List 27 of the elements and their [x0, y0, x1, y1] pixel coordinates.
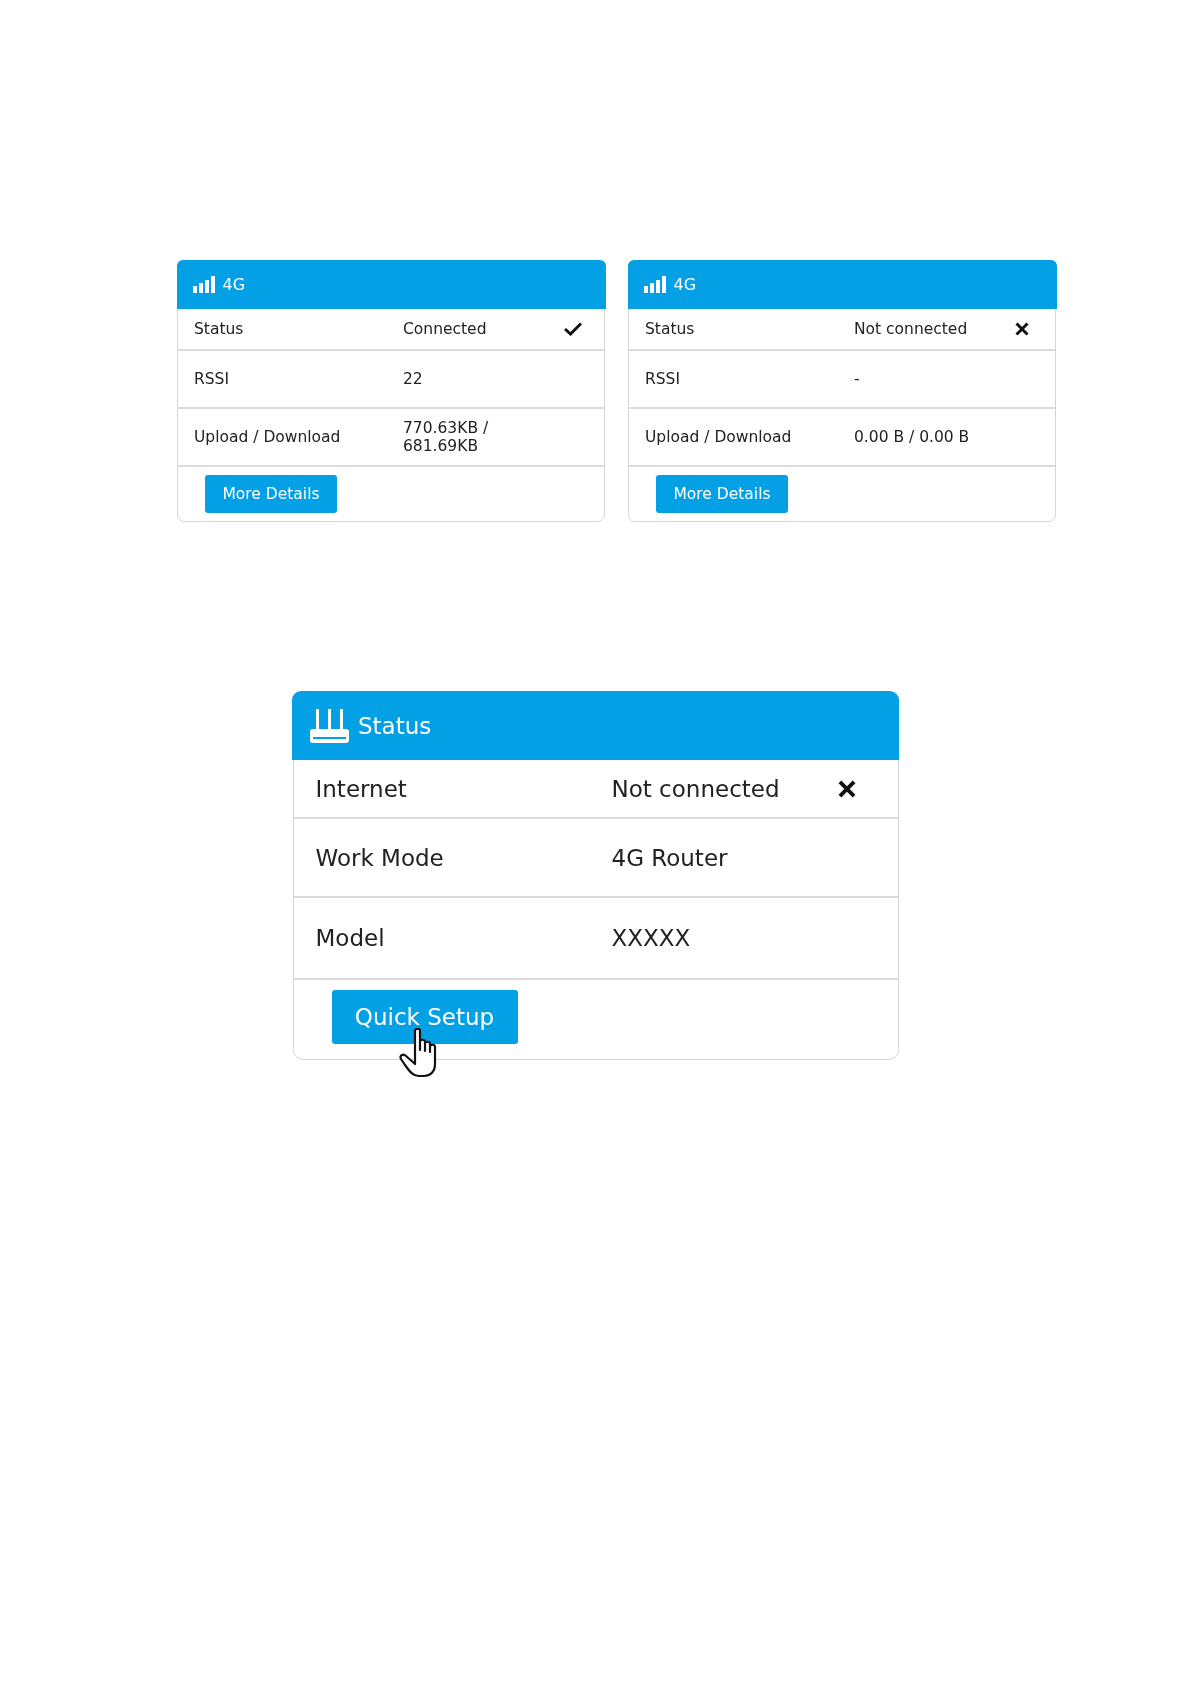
quick-setup-button[interactable]: Quick Setup: [331, 990, 518, 1044]
row-value: 22: [403, 369, 424, 388]
signal-icon: [643, 275, 666, 293]
row-value: 4G Router: [611, 844, 729, 871]
row-value: XXXXX: [611, 925, 692, 951]
row-label: Status: [645, 319, 696, 338]
router-icon: [310, 708, 349, 743]
card-title: 4G: [222, 274, 246, 294]
row-value: Connected: [403, 319, 488, 338]
row-label: Upload / Download: [645, 427, 793, 446]
row-label: Model: [315, 925, 386, 951]
row-value: Not connected: [611, 775, 781, 802]
row-label: RSSI: [194, 369, 231, 388]
row-value: 770.63KB / 681.69KB: [403, 418, 490, 455]
card-title: Status: [358, 712, 432, 739]
row-label: Upload / Download: [194, 427, 342, 446]
more-details-button[interactable]: More Details: [205, 474, 337, 513]
row-value: Not connected: [854, 319, 969, 338]
row-label: Status: [194, 319, 245, 338]
row-value: 0.00 B / 0.00 B: [854, 427, 971, 446]
signal-icon: [192, 275, 215, 293]
row-label: Internet: [315, 775, 408, 802]
card-title: 4G: [673, 274, 697, 294]
row-label: RSSI: [645, 369, 682, 388]
row-label: Work Mode: [315, 844, 445, 871]
more-details-button[interactable]: More Details: [656, 474, 788, 513]
row-value: -: [854, 369, 861, 388]
